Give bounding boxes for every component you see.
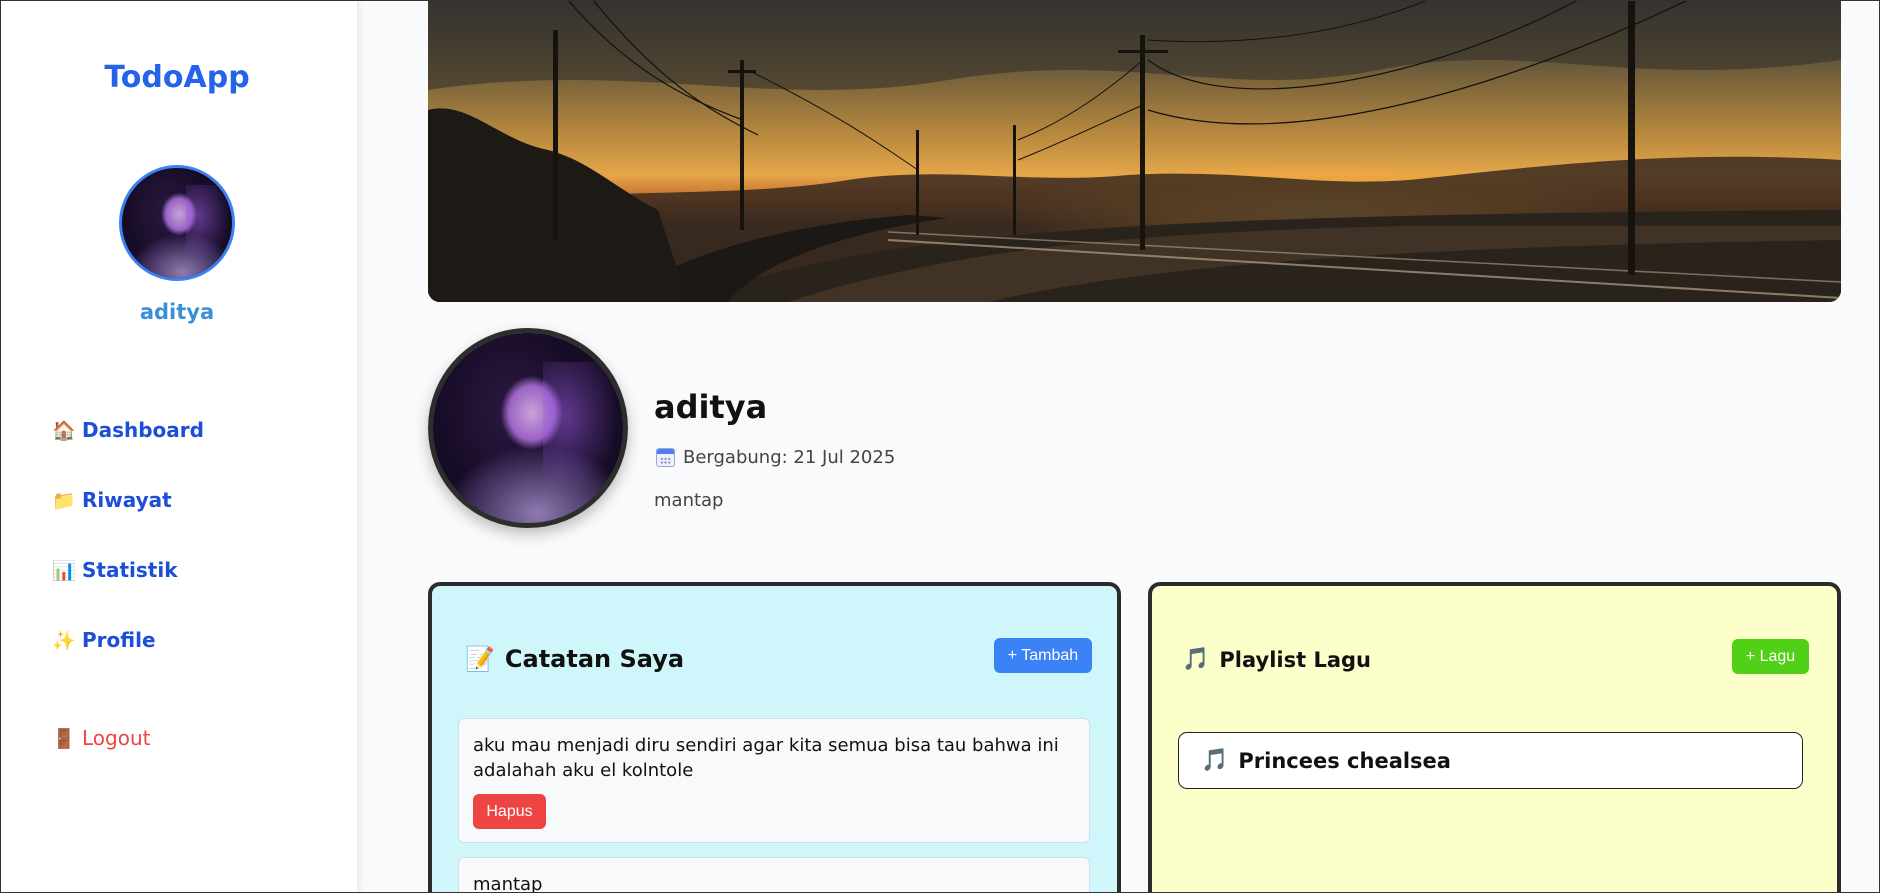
sidebar-item-dashboard[interactable]: 🏠 Dashboard <box>52 418 204 442</box>
sidebar-item-label: Statistik <box>82 558 178 582</box>
music-note-icon: 🎵 <box>1182 647 1210 672</box>
logout-button[interactable]: 🚪 Logout <box>52 726 150 750</box>
folder-icon: 📁 <box>52 489 76 512</box>
song-title: Princees chealsea <box>1238 748 1451 773</box>
sidebar-item-statistik[interactable]: 📊 Statistik <box>52 558 178 582</box>
sidebar-item-label: Riwayat <box>82 488 172 512</box>
notes-title-text: Catatan Saya <box>504 645 685 673</box>
sidebar-item-label: Profile <box>82 628 156 652</box>
sidebar-item-label: Dashboard <box>82 418 204 442</box>
joined-text: Bergabung: 21 Jul 2025 <box>683 447 896 468</box>
note-text: mantap <box>473 874 543 893</box>
sidebar-avatar <box>119 165 235 281</box>
sparkles-icon: ✨ <box>52 629 76 652</box>
delete-note-button[interactable]: Hapus <box>473 794 546 829</box>
home-icon: 🏠 <box>52 419 76 442</box>
profile-banner <box>428 0 1841 302</box>
profile-bio: mantap <box>654 490 724 511</box>
memo-icon: 📝 <box>465 645 495 673</box>
playlist-song-item[interactable]: 🎵 Princees chealsea <box>1178 732 1803 789</box>
sidebar: TodoApp aditya 🏠 Dashboard 📁 Riwayat 📊 S… <box>0 0 358 893</box>
profile-name: aditya <box>654 388 768 426</box>
logout-label: Logout <box>82 726 151 750</box>
notes-card: 📝 Catatan Saya + Tambah aku mau menjadi … <box>428 582 1121 893</box>
calendar-icon <box>656 448 675 467</box>
profile-avatar <box>428 328 628 528</box>
brand-logo[interactable]: TodoApp <box>0 60 354 95</box>
notes-card-title: 📝 Catatan Saya <box>465 645 684 673</box>
door-icon: 🚪 <box>52 727 76 750</box>
music-note-icon: 🎵 <box>1201 748 1229 773</box>
sidebar-item-profile[interactable]: ✨ Profile <box>52 628 156 652</box>
add-song-button[interactable]: + Lagu <box>1732 639 1809 674</box>
note-item: aku mau menjadi diru sendiri agar kita s… <box>458 718 1090 843</box>
sidebar-username: aditya <box>139 300 215 324</box>
playlist-card: 🎵 Playlist Lagu + Lagu 🎵 Princees cheals… <box>1148 582 1841 893</box>
profile-joined-date: Bergabung: 21 Jul 2025 <box>656 447 895 468</box>
playlist-card-title: 🎵 Playlist Lagu <box>1182 647 1371 672</box>
note-item: mantap <box>458 857 1090 893</box>
sidebar-item-riwayat[interactable]: 📁 Riwayat <box>52 488 172 512</box>
note-text: aku mau menjadi diru sendiri agar kita s… <box>473 735 1059 781</box>
add-note-button[interactable]: + Tambah <box>994 638 1092 673</box>
bar-chart-icon: 📊 <box>52 559 76 582</box>
playlist-title-text: Playlist Lagu <box>1219 647 1371 672</box>
